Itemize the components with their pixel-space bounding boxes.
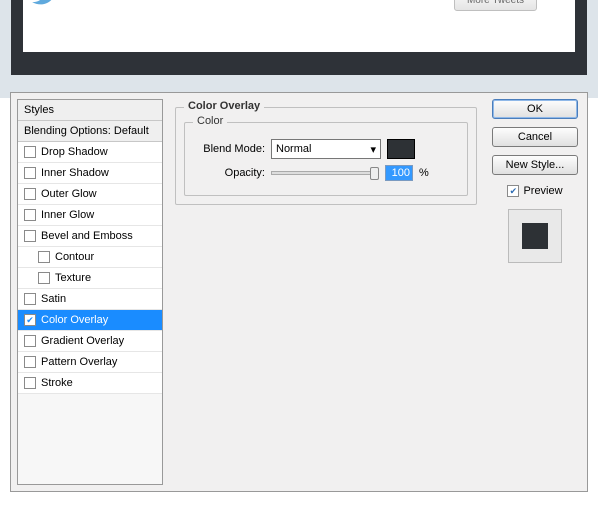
opacity-input[interactable]	[385, 165, 413, 181]
style-label: Drop Shadow	[41, 146, 108, 158]
style-contour[interactable]: Contour	[18, 247, 162, 268]
style-label: Gradient Overlay	[41, 335, 124, 347]
style-bevel-emboss[interactable]: Bevel and Emboss	[18, 226, 162, 247]
color-group-title: Color	[193, 115, 227, 127]
style-outer-glow[interactable]: Outer Glow	[18, 184, 162, 205]
panel-title: Color Overlay	[184, 100, 264, 112]
new-style-button[interactable]: New Style...	[492, 155, 578, 175]
checkbox-icon[interactable]	[38, 272, 50, 284]
slider-thumb[interactable]	[370, 167, 379, 180]
blending-options-header[interactable]: Blending Options: Default	[18, 121, 162, 142]
style-inner-shadow[interactable]: Inner Shadow	[18, 163, 162, 184]
checkbox-icon[interactable]	[24, 146, 36, 158]
preview-label: Preview	[523, 185, 562, 197]
style-satin[interactable]: Satin	[18, 289, 162, 310]
style-label: Contour	[55, 251, 94, 263]
opacity-label: Opacity:	[193, 167, 265, 179]
cancel-button[interactable]: Cancel	[492, 127, 578, 147]
style-gradient-overlay[interactable]: Gradient Overlay	[18, 331, 162, 352]
style-pattern-overlay[interactable]: Pattern Overlay	[18, 352, 162, 373]
checkbox-icon[interactable]	[24, 230, 36, 242]
blend-mode-value: Normal	[276, 143, 311, 155]
color-swatch[interactable]	[387, 139, 415, 159]
blend-mode-select[interactable]: Normal ▾	[271, 139, 381, 159]
checkbox-icon[interactable]	[24, 377, 36, 389]
style-label: Inner Glow	[41, 209, 94, 221]
checkbox-icon[interactable]	[38, 251, 50, 263]
style-label: Stroke	[41, 377, 73, 389]
style-label: Bevel and Emboss	[41, 230, 133, 242]
settings-panel: Color Overlay Color Blend Mode: Normal ▾…	[175, 99, 477, 485]
layer-style-dialog: Styles Blending Options: Default Drop Sh…	[10, 92, 588, 492]
preview-checkbox[interactable]: ✔	[507, 185, 519, 197]
style-stroke[interactable]: Stroke	[18, 373, 162, 394]
checkbox-icon[interactable]	[24, 209, 36, 221]
twitter-icon	[31, 0, 59, 8]
style-label: Outer Glow	[41, 188, 97, 200]
preview-swatch	[522, 223, 548, 249]
ok-button[interactable]: OK	[492, 99, 578, 119]
preview-box	[508, 209, 562, 263]
style-color-overlay[interactable]: ✔ Color Overlay	[18, 310, 162, 331]
style-label: Inner Shadow	[41, 167, 109, 179]
style-label: Color Overlay	[41, 314, 108, 326]
more-tweets-button[interactable]: More Tweets	[454, 0, 537, 11]
checkbox-icon[interactable]	[24, 335, 36, 347]
style-label: Satin	[41, 293, 66, 305]
styles-panel: Styles Blending Options: Default Drop Sh…	[17, 99, 163, 485]
style-drop-shadow[interactable]: Drop Shadow	[18, 142, 162, 163]
blend-mode-label: Blend Mode:	[193, 143, 265, 155]
style-texture[interactable]: Texture	[18, 268, 162, 289]
dialog-buttons: OK Cancel New Style... ✔ Preview	[489, 99, 581, 485]
chevron-down-icon: ▾	[370, 143, 376, 156]
style-label: Pattern Overlay	[41, 356, 117, 368]
checkbox-icon[interactable]	[24, 188, 36, 200]
checkbox-icon[interactable]	[24, 293, 36, 305]
opacity-slider[interactable]	[271, 171, 379, 175]
checkbox-icon[interactable]	[24, 167, 36, 179]
opacity-unit: %	[419, 167, 429, 179]
checkbox-icon[interactable]: ✔	[24, 314, 36, 326]
styles-header[interactable]: Styles	[18, 100, 162, 121]
checkbox-icon[interactable]	[24, 356, 36, 368]
style-inner-glow[interactable]: Inner Glow	[18, 205, 162, 226]
style-label: Texture	[55, 272, 91, 284]
